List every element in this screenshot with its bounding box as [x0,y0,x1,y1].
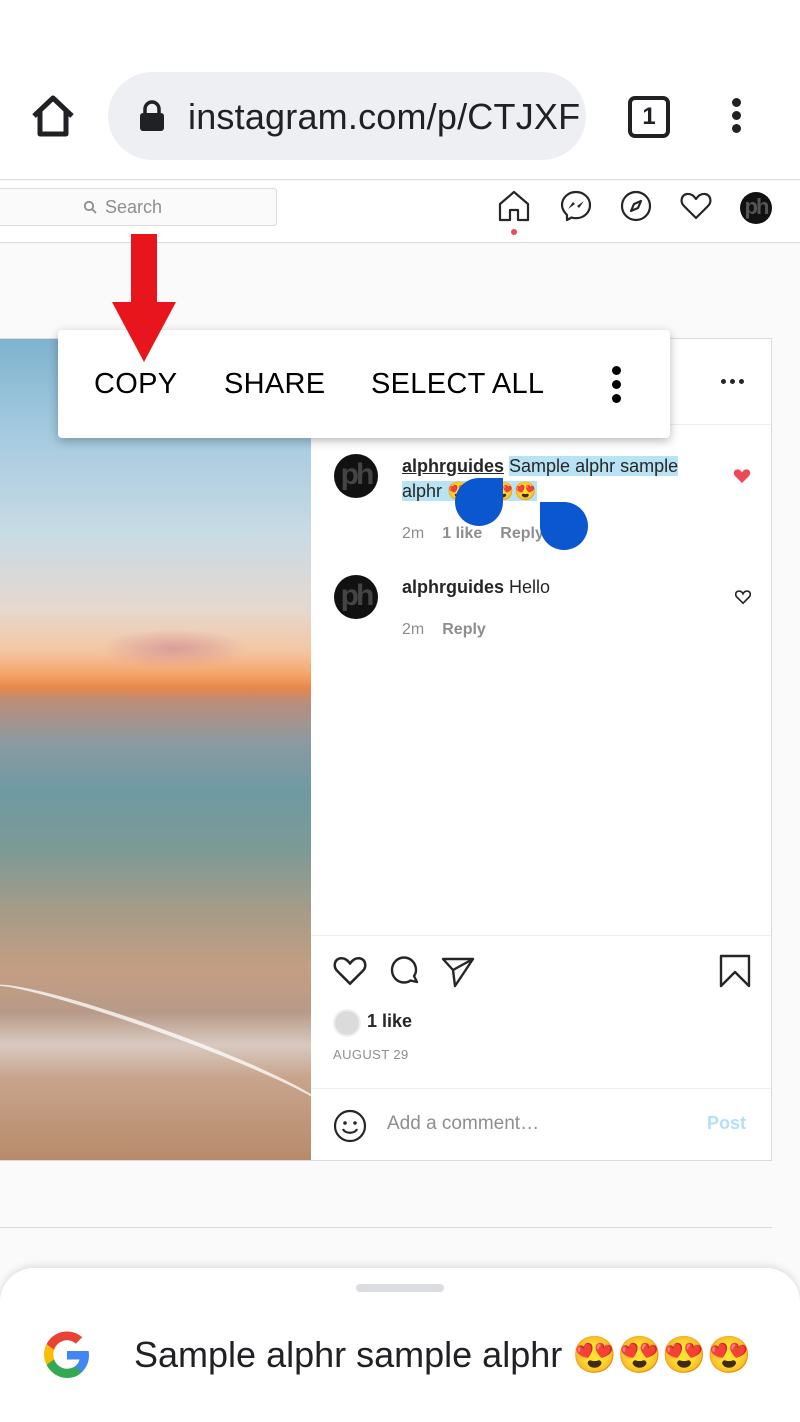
google-suggestion-sheet[interactable]: Sample alphr sample alphr 😍😍😍😍 [0,1268,800,1422]
instagram-post: ph alphrguides Sample alphr sample alphr… [0,338,772,1161]
like-icon[interactable] [332,953,368,989]
emoji-icon[interactable] [333,1109,367,1143]
home-icon[interactable] [497,189,531,223]
liked-heart-icon[interactable] [733,467,751,485]
browser-toolbar: instagram.com/p/CTJXF 1 [0,0,800,180]
post-date: AUGUST 29 [333,1047,409,1062]
divider [311,1088,771,1089]
share-button[interactable]: SHARE [224,368,325,401]
copy-button[interactable]: COPY [94,368,177,401]
like-heart-icon[interactable] [734,589,752,605]
activity-heart-icon[interactable] [679,189,713,223]
select-all-button[interactable]: SELECT ALL [371,368,544,401]
tab-switcher-button[interactable]: 1 [628,96,670,138]
browser-home-icon[interactable] [28,92,78,142]
post-comment-button[interactable]: Post [707,1113,746,1134]
comment-likes[interactable]: 1 like [442,525,482,542]
liker-avatar [333,1009,361,1037]
lock-icon [138,100,166,132]
comment-avatar[interactable]: ph [334,454,378,498]
comment-time: 2m [402,621,425,638]
search-icon [83,200,97,214]
comment-username[interactable]: alphrguides [402,577,504,597]
comment-meta: 2m Reply [402,621,486,639]
messenger-icon[interactable] [559,189,593,223]
comment-icon[interactable] [386,953,422,989]
divider [0,1227,772,1228]
sheet-drag-handle[interactable] [356,1284,444,1292]
google-logo-icon [40,1328,94,1382]
comment-text: alphrguides Hello [402,575,712,600]
more-options-icon[interactable] [610,366,624,404]
save-bookmark-icon[interactable] [717,953,753,989]
annotation-arrow-icon [112,234,176,364]
address-bar[interactable]: instagram.com/p/CTJXF [108,72,586,160]
active-indicator-dot [511,229,517,235]
divider [311,935,771,936]
post-photo-beach-sunset[interactable] [0,339,335,1160]
search-input[interactable]: Search [0,188,277,226]
photo-wave [0,968,335,1130]
profile-avatar[interactable]: ph [740,192,772,224]
selection-handle-start[interactable] [455,478,503,526]
share-send-icon[interactable] [440,953,476,989]
url-text: instagram.com/p/CTJXF [188,96,581,137]
search-placeholder: Search [105,197,163,217]
selection-handle-end[interactable] [540,502,588,550]
selected-text: Sample alphr sample [509,456,679,476]
reply-button[interactable]: Reply [442,621,486,638]
comment-body: Hello [509,577,551,597]
comment-username[interactable]: alphrguides [402,456,504,476]
reply-button[interactable]: Reply [500,525,544,542]
comment-avatar[interactable]: ph [334,575,378,619]
post-options-icon[interactable] [721,379,745,385]
comment-meta: 2m 1 like Reply [402,525,544,543]
comment-text: alphrguides Sample alphr sample alphr 😍😍… [402,454,712,504]
browser-menu-icon[interactable] [726,96,748,136]
likes-count[interactable]: 1 like [367,1011,412,1032]
photo-cloud [99,629,249,669]
explore-compass-icon[interactable] [619,189,653,223]
comment-time: 2m [402,525,425,542]
suggestion-text: Sample alphr sample alphr 😍😍😍😍 [134,1334,752,1375]
add-comment-input[interactable]: Add a comment… [387,1113,539,1135]
